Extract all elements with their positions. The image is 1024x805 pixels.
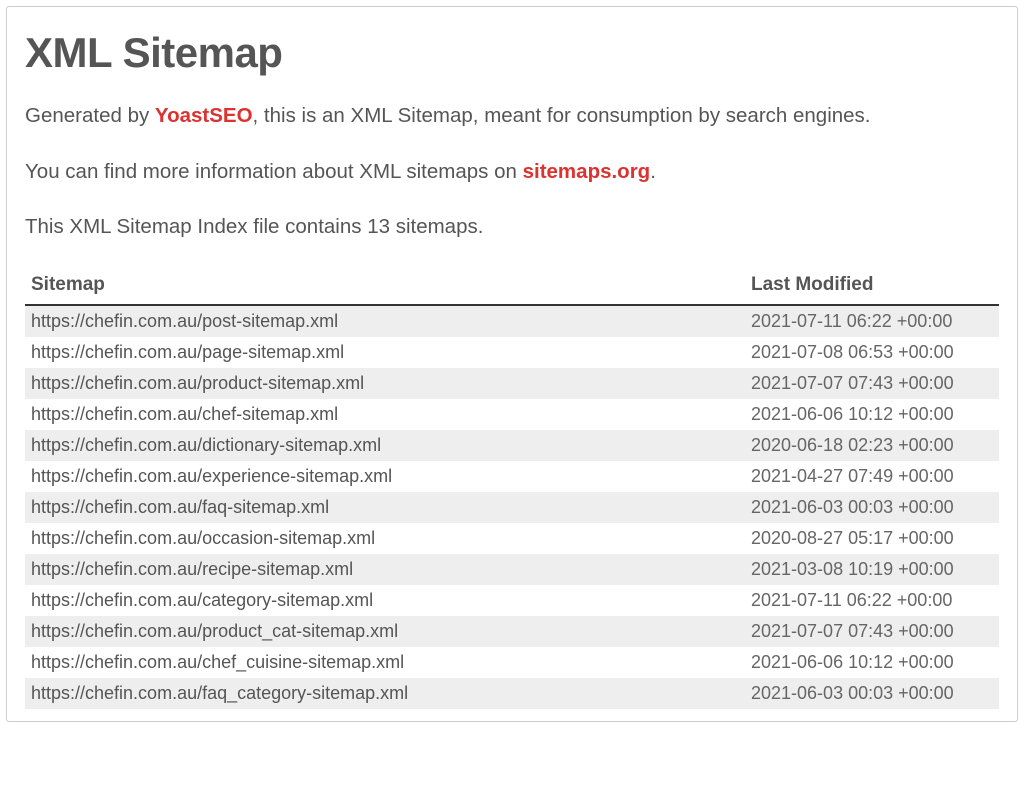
last-modified: 2021-06-03 00:03 +00:00 (745, 678, 999, 709)
intro-generated: Generated by YoastSEO, this is an XML Si… (25, 101, 999, 131)
table-row: https://chefin.com.au/faq-sitemap.xml202… (25, 492, 999, 523)
intro-text: You can find more information about XML … (25, 160, 523, 183)
sitemap-url[interactable]: https://chefin.com.au/product-sitemap.xm… (25, 368, 745, 399)
header-sitemap: Sitemap (25, 268, 745, 305)
last-modified: 2021-06-06 10:12 +00:00 (745, 399, 999, 430)
sitemap-container: XML Sitemap Generated by YoastSEO, this … (6, 6, 1018, 722)
last-modified: 2021-06-06 10:12 +00:00 (745, 647, 999, 678)
intro-text: . (650, 160, 656, 183)
sitemap-url[interactable]: https://chefin.com.au/dictionary-sitemap… (25, 430, 745, 461)
sitemap-url[interactable]: https://chefin.com.au/chef-sitemap.xml (25, 399, 745, 430)
last-modified: 2021-04-27 07:49 +00:00 (745, 461, 999, 492)
last-modified: 2021-07-08 06:53 +00:00 (745, 337, 999, 368)
sitemap-url[interactable]: https://chefin.com.au/category-sitemap.x… (25, 585, 745, 616)
page-title: XML Sitemap (25, 29, 999, 77)
sitemap-url[interactable]: https://chefin.com.au/post-sitemap.xml (25, 305, 745, 337)
sitemap-url[interactable]: https://chefin.com.au/recipe-sitemap.xml (25, 554, 745, 585)
table-row: https://chefin.com.au/experience-sitemap… (25, 461, 999, 492)
last-modified: 2021-07-11 06:22 +00:00 (745, 305, 999, 337)
table-row: https://chefin.com.au/recipe-sitemap.xml… (25, 554, 999, 585)
last-modified: 2021-07-07 07:43 +00:00 (745, 616, 999, 647)
yoast-link[interactable]: YoastSEO (155, 104, 253, 127)
sitemap-url[interactable]: https://chefin.com.au/faq-sitemap.xml (25, 492, 745, 523)
last-modified: 2021-03-08 10:19 +00:00 (745, 554, 999, 585)
table-row: https://chefin.com.au/chef_cuisine-sitem… (25, 647, 999, 678)
sitemap-url[interactable]: https://chefin.com.au/experience-sitemap… (25, 461, 745, 492)
table-row: https://chefin.com.au/occasion-sitemap.x… (25, 523, 999, 554)
table-row: https://chefin.com.au/faq_category-sitem… (25, 678, 999, 709)
sitemaps-org-link[interactable]: sitemaps.org (523, 160, 651, 183)
table-row: https://chefin.com.au/dictionary-sitemap… (25, 430, 999, 461)
sitemap-table: Sitemap Last Modified https://chefin.com… (25, 268, 999, 709)
table-row: https://chefin.com.au/product_cat-sitema… (25, 616, 999, 647)
last-modified: 2020-06-18 02:23 +00:00 (745, 430, 999, 461)
sitemap-url[interactable]: https://chefin.com.au/product_cat-sitema… (25, 616, 745, 647)
last-modified: 2021-07-07 07:43 +00:00 (745, 368, 999, 399)
sitemap-url[interactable]: https://chefin.com.au/faq_category-sitem… (25, 678, 745, 709)
last-modified: 2021-06-03 00:03 +00:00 (745, 492, 999, 523)
table-row: https://chefin.com.au/page-sitemap.xml20… (25, 337, 999, 368)
intro-text: Generated by (25, 104, 155, 127)
table-row: https://chefin.com.au/product-sitemap.xm… (25, 368, 999, 399)
header-last-modified: Last Modified (745, 268, 999, 305)
sitemap-url[interactable]: https://chefin.com.au/occasion-sitemap.x… (25, 523, 745, 554)
last-modified: 2020-08-27 05:17 +00:00 (745, 523, 999, 554)
intro-count: This XML Sitemap Index file contains 13 … (25, 212, 999, 242)
table-row: https://chefin.com.au/chef-sitemap.xml20… (25, 399, 999, 430)
table-row: https://chefin.com.au/category-sitemap.x… (25, 585, 999, 616)
sitemap-url[interactable]: https://chefin.com.au/chef_cuisine-sitem… (25, 647, 745, 678)
intro-more: You can find more information about XML … (25, 157, 999, 187)
table-header-row: Sitemap Last Modified (25, 268, 999, 305)
sitemap-url[interactable]: https://chefin.com.au/page-sitemap.xml (25, 337, 745, 368)
intro-text: , this is an XML Sitemap, meant for cons… (253, 104, 871, 127)
last-modified: 2021-07-11 06:22 +00:00 (745, 585, 999, 616)
table-row: https://chefin.com.au/post-sitemap.xml20… (25, 305, 999, 337)
